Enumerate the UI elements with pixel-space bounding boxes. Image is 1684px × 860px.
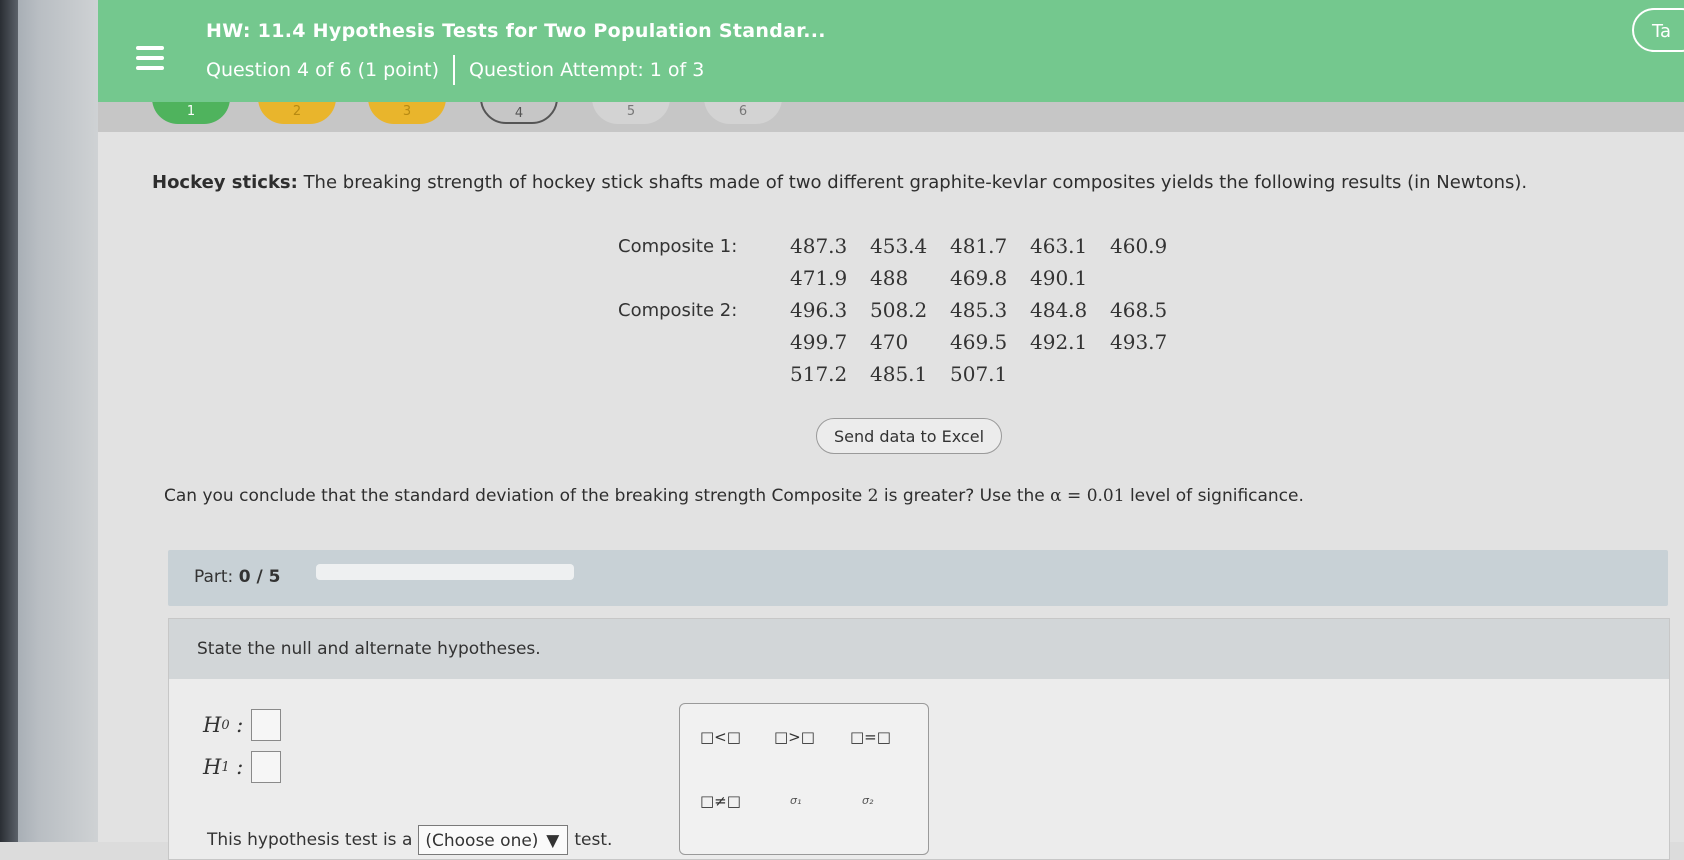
data-value: 468.5	[1110, 298, 1168, 322]
question-pill-3[interactable]: 3	[368, 102, 446, 124]
data-value: 485.3	[950, 298, 1008, 322]
problem-text: The breaking strength of hockey stick sh…	[297, 172, 1528, 193]
data-value: 485.1	[870, 362, 928, 386]
data-value: 492.1	[1030, 330, 1088, 354]
question-info: Question 4 of 6 (1 point) Question Attem…	[206, 55, 704, 85]
tab-button[interactable]: Ta	[1632, 8, 1684, 52]
left-background	[0, 0, 98, 842]
data-value: 487.3	[790, 234, 848, 258]
h0-row: H0 :	[203, 709, 282, 741]
data-value: 517.2	[790, 362, 848, 386]
question-number: Question 4 of 6 (1 point)	[206, 59, 440, 81]
symbol-palette: □<□ □>□ □=□ □≠□ σ₁ σ₂	[679, 703, 929, 855]
h1-symbol: H	[203, 755, 222, 779]
h0-input[interactable]	[251, 709, 282, 741]
data-value: 490.1	[1030, 266, 1088, 290]
part-value: 0 / 5	[238, 567, 281, 587]
composite-label: Composite 2:	[618, 299, 738, 321]
select-value: (Choose one)	[425, 831, 539, 851]
data-value: 463.1	[1030, 234, 1088, 258]
data-value: 471.9	[790, 266, 848, 290]
data-value: 496.3	[790, 298, 848, 322]
sentence-end: test.	[574, 830, 613, 850]
data-row: Composite 1: 487.3 453.4 481.7 463.1 460.9	[618, 230, 1190, 262]
data-value: 460.9	[1110, 234, 1168, 258]
h0-subscript: 0	[221, 717, 230, 733]
question-pill-2[interactable]: 2	[258, 102, 336, 124]
equals-button[interactable]: □=□	[850, 728, 891, 746]
question-pill-4[interactable]: 4	[480, 102, 558, 124]
header-bar: HW: 11.4 Hypothesis Tests for Two Popula…	[98, 0, 1684, 105]
menu-icon[interactable]	[136, 46, 164, 70]
sigma1-button[interactable]: σ₁	[790, 794, 801, 807]
question-content: Hockey sticks: The breaking strength of …	[98, 132, 1684, 860]
test-type-select[interactable]: (Choose one) ▼	[418, 825, 569, 855]
data-value: 507.1	[950, 362, 1008, 386]
data-row: Composite 2: 496.3 508.2 485.3 484.8 468.5	[618, 294, 1190, 326]
attempt-count: Question Attempt: 1 of 3	[469, 59, 705, 81]
data-value: 470	[870, 330, 909, 354]
problem-statement: Hockey sticks: The breaking strength of …	[152, 172, 1652, 193]
data-value: 508.2	[870, 298, 928, 322]
data-table: Composite 1: 487.3 453.4 481.7 463.1 460.9 471…	[618, 230, 1190, 390]
question-part: level of significance.	[1124, 486, 1304, 506]
question-pill-1[interactable]: 1	[152, 102, 230, 124]
question-text: Can you conclude that the standard devia…	[164, 486, 1304, 506]
data-row: 499.7 470 469.5 492.1 493.7	[618, 326, 1190, 358]
part-label: Part: 0 / 5	[194, 567, 280, 587]
composite-number: 2	[867, 486, 879, 506]
dropdown-arrow-icon: ▼	[546, 831, 560, 851]
part-progress-bar: Part: 0 / 5	[168, 550, 1668, 606]
send-to-excel-button[interactable]: Send data to Excel	[816, 418, 1002, 454]
h1-subscript: 1	[221, 759, 230, 775]
sigma2-button[interactable]: σ₂	[862, 794, 873, 807]
question-pill-5[interactable]: 5	[592, 102, 670, 124]
question-part: Can you conclude that the standard devia…	[164, 486, 868, 506]
data-value: 469.5	[950, 330, 1008, 354]
data-value: 481.7	[950, 234, 1008, 258]
composite-label: Composite 1:	[618, 235, 738, 257]
greater-than-button[interactable]: □>□	[774, 728, 815, 746]
panel-heading: State the null and alternate hypotheses.	[169, 619, 1669, 679]
divider	[453, 55, 456, 85]
data-value: 493.7	[1110, 330, 1168, 354]
sentence-start: This hypothesis test is a	[207, 830, 413, 850]
assignment-title: HW: 11.4 Hypothesis Tests for Two Popula…	[206, 20, 826, 42]
h1-row: H1 :	[203, 751, 282, 783]
data-value: 453.4	[870, 234, 928, 258]
data-value: 484.8	[1030, 298, 1088, 322]
test-type-sentence: This hypothesis test is a (Choose one) ▼…	[207, 825, 612, 855]
data-value: 469.8	[950, 266, 1008, 290]
h0-symbol: H	[203, 713, 222, 737]
not-equal-button[interactable]: □≠□	[700, 792, 741, 810]
hypotheses-panel: State the null and alternate hypotheses.…	[168, 618, 1670, 860]
part-label-text: Part:	[194, 567, 234, 587]
problem-title: Hockey sticks:	[152, 172, 298, 193]
left-dark-edge	[0, 0, 18, 842]
question-part: is greater? Use the	[878, 486, 1051, 506]
question-pill-6[interactable]: 6	[704, 102, 782, 124]
progress-track	[316, 564, 574, 580]
h1-input[interactable]	[251, 751, 282, 783]
alpha-value: α = 0.01	[1050, 486, 1125, 506]
question-nav: 1 2 3 4 5 6	[98, 102, 1684, 132]
data-value: 488	[870, 266, 909, 290]
data-row: 517.2 485.1 507.1	[618, 358, 1190, 390]
data-value: 499.7	[790, 330, 848, 354]
data-row: 471.9 488 469.8 490.1	[618, 262, 1190, 294]
less-than-button[interactable]: □<□	[700, 728, 741, 746]
